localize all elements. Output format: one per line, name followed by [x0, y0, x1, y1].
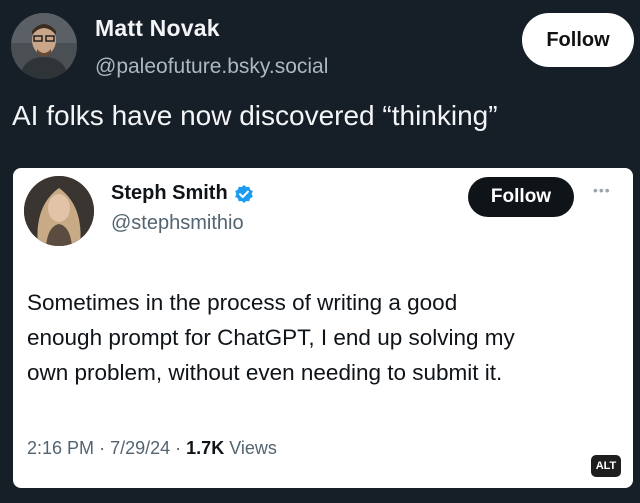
- author-handle[interactable]: @paleofuture.bsky.social: [95, 55, 328, 79]
- post-text: AI folks have now discovered “thinking”: [12, 100, 498, 131]
- tweet-date[interactable]: 7/29/24: [110, 438, 170, 458]
- author-name[interactable]: Matt Novak: [95, 15, 220, 42]
- views-count: 1.7K: [186, 438, 225, 458]
- tweet-metadata: 2:16 PM · 7/29/24 · 1.7K Views: [27, 438, 277, 459]
- alt-text-badge[interactable]: ALT: [591, 455, 621, 477]
- quoted-follow-button[interactable]: Follow: [468, 177, 574, 217]
- verified-badge-icon: [234, 184, 253, 203]
- quoted-author-handle[interactable]: @stephsmithio: [111, 212, 244, 235]
- quoted-author-name-row: Steph Smith: [111, 182, 254, 205]
- avatar-photo-icon: [24, 176, 94, 246]
- follow-button[interactable]: Follow: [522, 13, 634, 67]
- tweet-text: Sometimes in the process of writing a go…: [27, 285, 617, 390]
- quoted-tweet-card[interactable]: Steph Smith @stephsmithio Follow ••• Som…: [13, 168, 633, 488]
- tweet-time[interactable]: 2:16 PM: [27, 438, 94, 458]
- avatar-photo-icon: [11, 13, 77, 79]
- tweet-text-line: Sometimes in the process of writing a go…: [27, 290, 458, 315]
- meta-separator: ·: [175, 438, 182, 458]
- tweet-text-line: own problem, without even needing to sub…: [27, 360, 503, 385]
- author-avatar[interactable]: [11, 13, 77, 79]
- meta-separator: ·: [99, 438, 106, 458]
- quoted-author-avatar[interactable]: [24, 176, 94, 246]
- tweet-text-line: enough prompt for ChatGPT, I end up solv…: [27, 325, 515, 350]
- more-options-icon[interactable]: •••: [593, 182, 611, 198]
- views-label: Views: [229, 438, 277, 458]
- quoted-author-name[interactable]: Steph Smith: [111, 182, 228, 205]
